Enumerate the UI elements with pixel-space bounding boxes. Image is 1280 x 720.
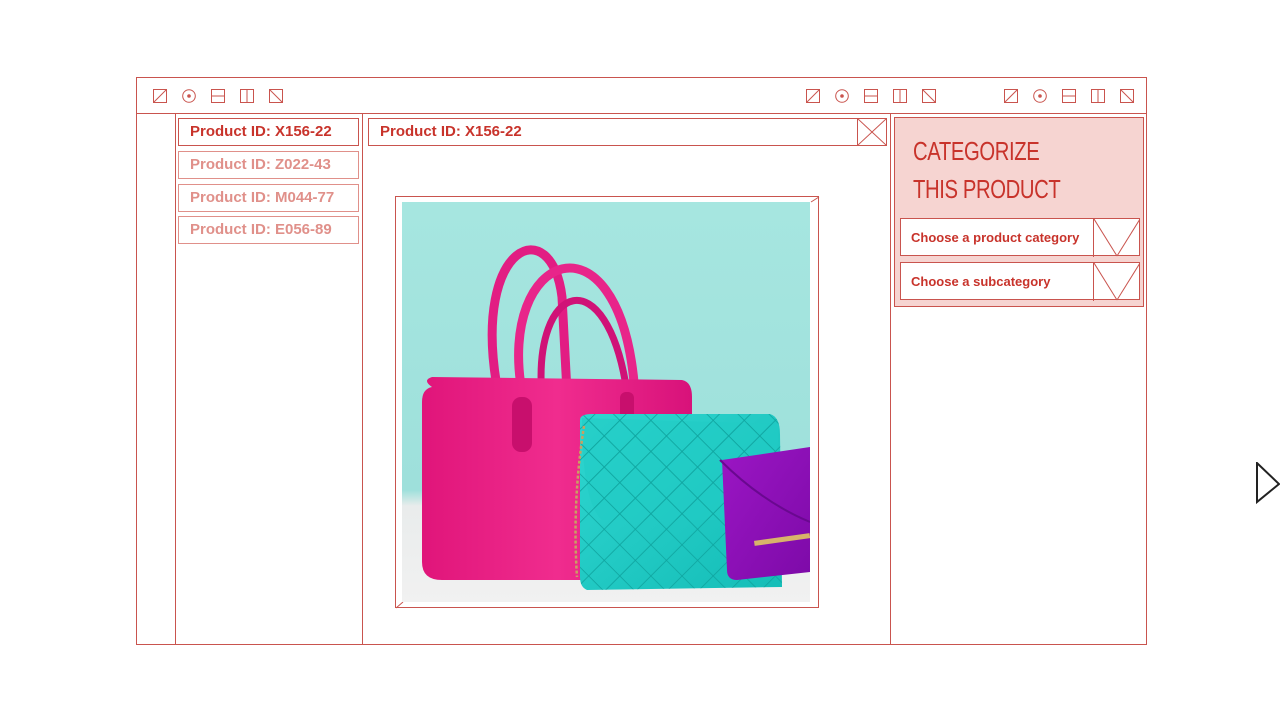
horizontal-split-icon[interactable] xyxy=(864,89,878,103)
chevron-down-icon[interactable] xyxy=(1093,219,1140,257)
categorize-title-line: CATEGORIZE xyxy=(913,136,1040,166)
toolbar-icons-left xyxy=(153,89,283,103)
column-divider xyxy=(175,114,176,644)
toolbar-icons-right xyxy=(1004,89,1134,103)
categorize-title-line: THIS PRODUCT xyxy=(913,174,1061,204)
target-icon[interactable] xyxy=(835,89,849,103)
categorize-panel: CATEGORIZE THIS PRODUCT Choose a product… xyxy=(894,117,1144,307)
column-divider xyxy=(890,114,891,644)
toolbar xyxy=(137,78,1146,114)
column-divider xyxy=(362,114,363,644)
horizontal-split-icon[interactable] xyxy=(1062,89,1076,103)
app-window: Product ID: X156-22 Product ID: Z022-43 … xyxy=(136,77,1147,645)
close-button[interactable] xyxy=(857,118,887,146)
subcategory-select-label: Choose a subcategory xyxy=(911,274,1051,289)
category-select[interactable]: Choose a product category xyxy=(900,218,1140,257)
subcategory-select[interactable]: Choose a subcategory xyxy=(900,262,1140,301)
vertical-split-icon[interactable] xyxy=(893,89,907,103)
vertical-split-icon[interactable] xyxy=(240,89,254,103)
horizontal-split-icon[interactable] xyxy=(211,89,225,103)
product-detail-title: Product ID: X156-22 xyxy=(368,118,858,146)
back-diagonal-box-icon[interactable] xyxy=(922,89,936,103)
product-list-item[interactable]: Product ID: Z022-43 xyxy=(178,151,359,179)
target-icon[interactable] xyxy=(1033,89,1047,103)
close-icon xyxy=(858,119,886,145)
back-diagonal-box-icon[interactable] xyxy=(269,89,283,103)
product-image-frame xyxy=(395,196,820,609)
product-list-item[interactable]: Product ID: X156-22 xyxy=(178,118,359,146)
category-select-label: Choose a product category xyxy=(911,230,1080,245)
chevron-down-icon[interactable] xyxy=(1093,263,1140,301)
target-icon[interactable] xyxy=(182,89,196,103)
mouse-cursor-icon xyxy=(1256,460,1280,506)
toolbar-icons-middle xyxy=(806,89,936,103)
categorize-title: CATEGORIZE THIS PRODUCT xyxy=(913,132,1069,208)
diagonal-box-icon[interactable] xyxy=(153,89,167,103)
vertical-split-icon[interactable] xyxy=(1091,89,1105,103)
back-diagonal-box-icon[interactable] xyxy=(1120,89,1134,103)
diagonal-box-icon[interactable] xyxy=(1004,89,1018,103)
diagonal-box-icon[interactable] xyxy=(806,89,820,103)
product-photo xyxy=(402,202,810,602)
handbags-image xyxy=(402,202,810,602)
product-list-item[interactable]: Product ID: M044-77 xyxy=(178,184,359,212)
product-list-item[interactable]: Product ID: E056-89 xyxy=(178,216,359,244)
